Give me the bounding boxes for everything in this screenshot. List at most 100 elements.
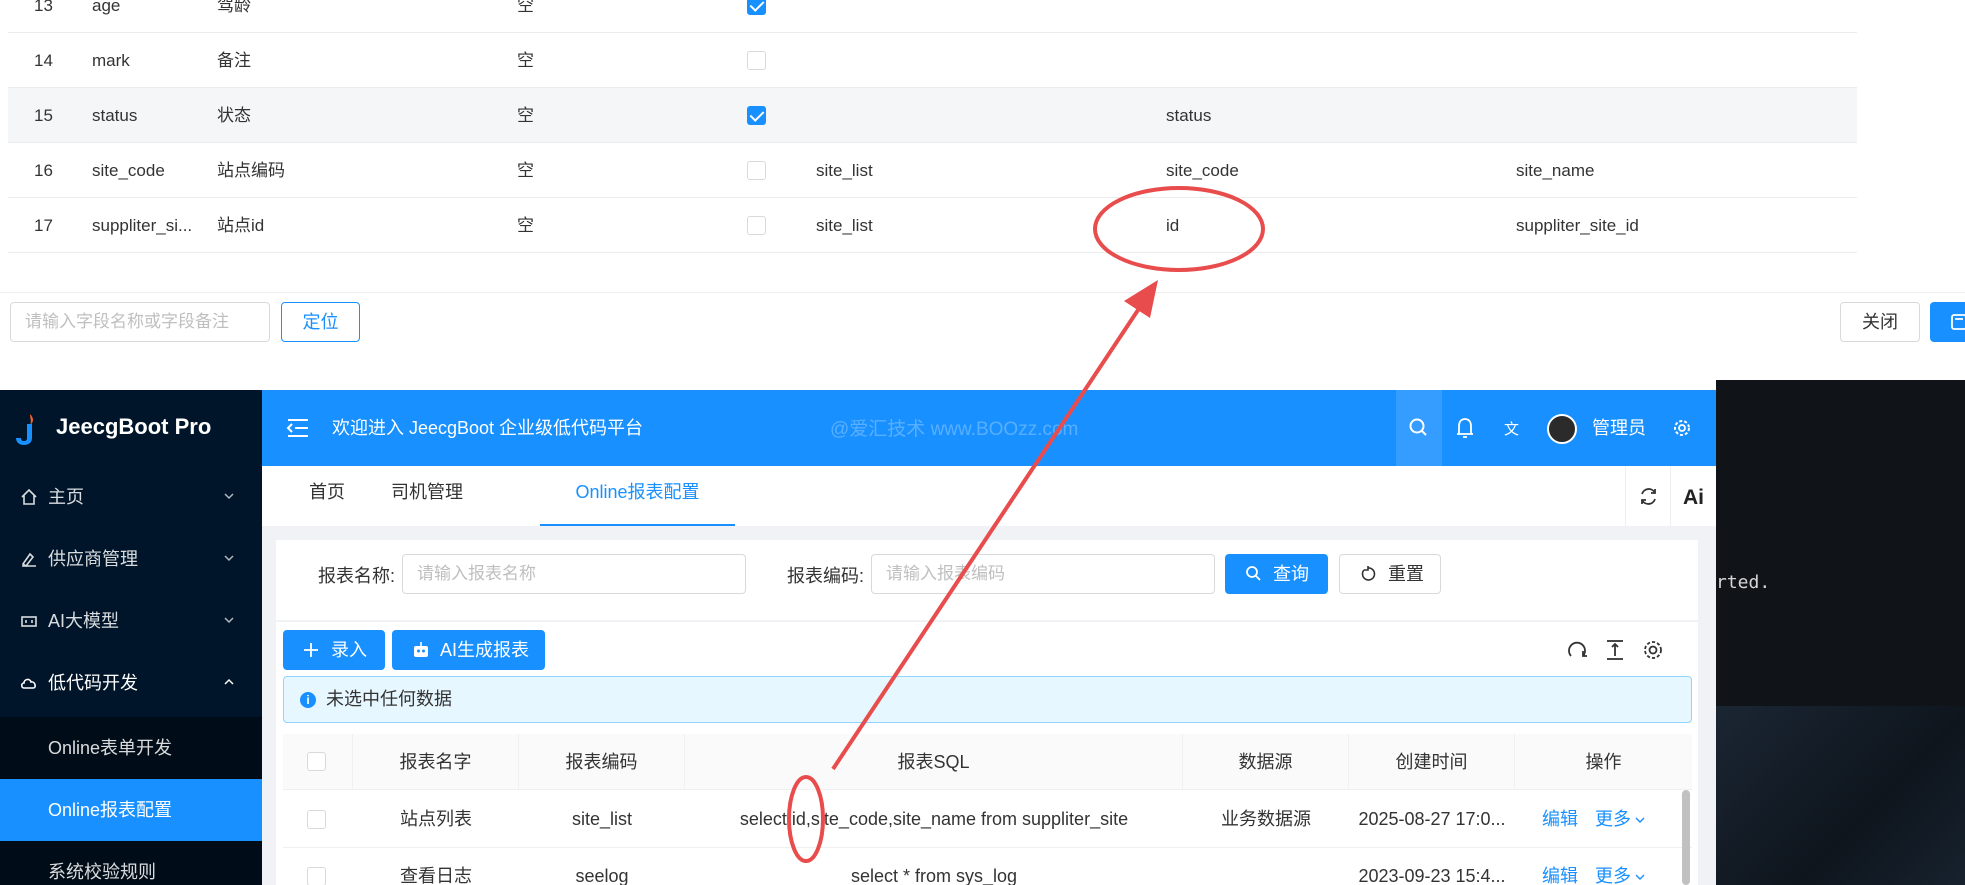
reload-icon[interactable] — [1565, 638, 1589, 662]
table-row[interactable]: 站点列表 site_list select id,site_code,site_… — [283, 791, 1692, 848]
field-checkbox[interactable] — [747, 106, 766, 125]
bell-icon — [1457, 418, 1473, 438]
ai-generate-label: AI生成报表 — [440, 640, 530, 660]
row-checkbox[interactable] — [307, 810, 326, 829]
field-checkbox[interactable] — [747, 0, 766, 15]
username[interactable]: 管理员 — [1592, 390, 1646, 466]
locate-field-input[interactable]: 请输入字段名称或字段备注 — [10, 302, 270, 342]
report-name-input[interactable]: 请输入报表名称 — [402, 554, 746, 594]
dict-text: site_name — [1516, 161, 1595, 180]
edit-link[interactable]: 编辑 — [1535, 791, 1585, 848]
logo[interactable]: JeecgBoot Pro — [0, 390, 262, 466]
chevron-down-icon — [224, 555, 234, 562]
report-sql-cell: select id,site_code,site_name from suppl… — [739, 809, 1129, 829]
ai-assistant-button[interactable]: Ai — [1670, 466, 1715, 526]
menu-item-home[interactable]: 主页 — [0, 466, 262, 528]
tab-home[interactable]: 首页 — [292, 466, 362, 526]
table-row[interactable]: 16 site_code 站点编码 空 site_list site_code … — [8, 143, 1857, 198]
field-name: status — [92, 106, 138, 125]
menu-item-lowcode[interactable]: 低代码开发 — [0, 652, 262, 714]
field-desc: 站点id — [217, 216, 265, 235]
ai-icon: Ai — [1683, 486, 1704, 509]
table-header: 报表名字 报表编码 报表SQL 数据源 创建时间 操作 — [283, 734, 1692, 790]
field-desc: 备注 — [217, 51, 251, 70]
column-height-icon[interactable] — [1603, 638, 1627, 662]
language-button[interactable]: 文 — [1490, 390, 1536, 466]
header-search-button[interactable] — [1396, 390, 1442, 466]
table-row[interactable]: 13 age 驾龄 空 — [8, 0, 1857, 33]
selection-alert: i 未选中任何数据 — [283, 676, 1692, 723]
row-checkbox[interactable] — [307, 867, 326, 885]
more-link[interactable]: 更多 — [1593, 848, 1633, 885]
menu-item-ai-model[interactable]: AI大模型 — [0, 590, 262, 652]
watermark: @爱汇技术 www.BOOzz.com — [830, 419, 1079, 440]
home-icon — [21, 488, 37, 505]
table-row[interactable]: 查看日志 seelog select * from sys_log 2023-0… — [283, 848, 1692, 885]
add-button[interactable]: 录入 — [283, 630, 385, 670]
refresh-tab-button[interactable] — [1625, 466, 1670, 526]
select-all-checkbox[interactable] — [307, 752, 326, 771]
chevron-up-icon — [224, 678, 234, 685]
tab-bar: 首页 司机管理 Online报表配置 Ai — [262, 466, 1716, 526]
table-scrollbar[interactable] — [1682, 790, 1690, 885]
report-code-input[interactable]: 请输入报表编码 — [871, 554, 1215, 594]
supplier-icon — [21, 552, 36, 568]
query-label: 查询 — [1273, 564, 1309, 584]
confirm-button[interactable] — [1930, 302, 1965, 342]
ai-generate-report-button[interactable]: AI生成报表 — [392, 630, 545, 670]
table-row[interactable]: 17 suppliter_si... 站点id 空 site_list id s… — [8, 198, 1857, 253]
report-name-cell: 站点列表 — [400, 809, 472, 829]
field-checkbox[interactable] — [747, 51, 766, 70]
menu-label: 低代码开发 — [48, 673, 138, 693]
menu-item-supplier[interactable]: 供应商管理 — [0, 528, 262, 590]
menu-fold-icon[interactable] — [286, 417, 310, 439]
row-number: 16 — [34, 161, 53, 180]
settings-button[interactable] — [1660, 390, 1706, 466]
chevron-down-icon — [224, 617, 234, 624]
row-number: 14 — [34, 51, 53, 70]
cloud-icon — [20, 678, 36, 689]
plus-icon — [304, 643, 318, 657]
report-sql-cell: select * from sys_log — [850, 866, 1018, 885]
table-row[interactable]: 15 status 状态 空 status — [8, 88, 1857, 143]
close-button[interactable]: 关闭 — [1840, 302, 1920, 342]
tab-driver-management[interactable]: 司机管理 — [372, 466, 482, 526]
dict-code: status — [1166, 106, 1212, 125]
submenu-item-validation-rules[interactable]: 系统校验规则 — [0, 841, 262, 885]
jeecg-logo-icon — [16, 414, 33, 445]
report-name-cell: 查看日志 — [400, 866, 472, 885]
column-header[interactable]: 创建时间 — [1349, 734, 1515, 790]
field-checkbox[interactable] — [747, 161, 766, 180]
field-desc: 状态 — [217, 106, 251, 125]
column-header[interactable]: 数据源 — [1183, 734, 1349, 790]
more-link[interactable]: 更多 — [1593, 791, 1633, 848]
report-code-cell: site_list — [571, 809, 633, 829]
gear-icon — [1674, 420, 1690, 436]
column-header[interactable]: 报表名字 — [353, 734, 519, 790]
submenu-item-online-form[interactable]: Online表单开发 — [0, 717, 262, 779]
row-number: 13 — [34, 0, 53, 15]
datasource-cell: 业务数据源 — [1221, 809, 1311, 829]
field-name: age — [92, 0, 121, 15]
add-label: 录入 — [331, 640, 367, 660]
settings-icon[interactable] — [1641, 638, 1665, 662]
locate-button[interactable]: 定位 — [281, 302, 360, 342]
column-header: 操作 — [1585, 752, 1622, 772]
select-all-cell — [283, 734, 353, 790]
reset-label: 重置 — [1388, 564, 1424, 584]
field-checkbox[interactable] — [747, 216, 766, 235]
table-row[interactable]: 14 mark 备注 空 — [8, 33, 1857, 88]
dict-code: site_code — [1166, 161, 1239, 180]
column-header[interactable]: 报表SQL — [685, 734, 1183, 790]
reset-button[interactable]: 重置 — [1339, 554, 1441, 594]
tab-online-report[interactable]: Online报表配置 — [540, 466, 735, 526]
edit-link[interactable]: 编辑 — [1535, 848, 1585, 885]
robot-icon — [414, 642, 428, 657]
field-default: 空 — [517, 216, 534, 235]
avatar[interactable] — [1547, 414, 1577, 444]
query-button[interactable]: 查询 — [1225, 554, 1328, 594]
notification-button[interactable] — [1442, 390, 1488, 466]
field-default: 空 — [517, 51, 534, 70]
submenu-item-online-report[interactable]: Online报表配置 — [0, 779, 262, 841]
column-header[interactable]: 报表编码 — [519, 734, 685, 790]
